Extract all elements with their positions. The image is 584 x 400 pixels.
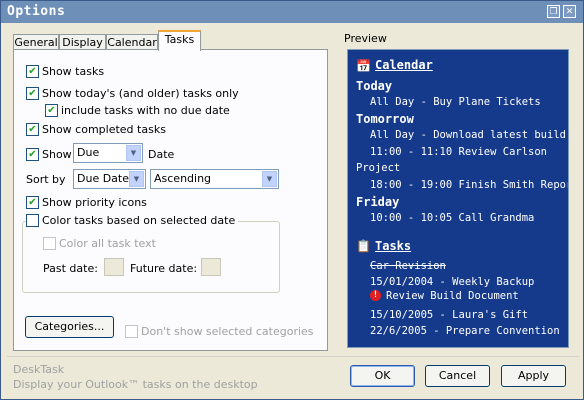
include-no-due-label: include tasks with no due date <box>61 104 230 117</box>
show-todays-label: Show today's (and older) tasks only <box>42 87 239 100</box>
include-no-due-option[interactable]: ✔ include tasks with no due date <box>45 104 230 117</box>
date-label: Date <box>148 148 175 161</box>
show-completed-option[interactable]: ✔ Show completed tasks <box>26 123 166 136</box>
include-no-due-checkbox[interactable]: ✔ <box>45 104 58 117</box>
exclamation-icon: ! <box>370 290 381 301</box>
day-heading-tomorrow: Tomorrow <box>356 112 414 126</box>
calendar-icon: 📅 <box>356 59 371 73</box>
footer-divider <box>7 356 579 357</box>
show-tasks-checkbox[interactable]: ✔ <box>26 65 39 78</box>
preview-pane: 📅 Calendar Today All Day - Buy Plane Tic… <box>347 49 569 348</box>
sort-field-value: Due Date <box>77 172 129 185</box>
chevron-down-icon[interactable]: ▼ <box>129 171 144 187</box>
preview-label: Preview <box>344 32 387 45</box>
color-all-option[interactable]: Color all task text <box>43 237 156 250</box>
future-date-color-swatch[interactable] <box>201 258 221 276</box>
color-tasks-label: Color tasks based on selected date <box>42 214 236 227</box>
dont-show-categories-checkbox[interactable] <box>125 325 138 338</box>
chevron-down-icon[interactable]: ▼ <box>126 145 141 161</box>
task-entry: 15/10/2005 - Laura's Gift <box>370 309 529 321</box>
sort-order-value: Ascending <box>154 172 212 185</box>
tasks-section-title: Tasks <box>375 239 412 253</box>
show-priority-option[interactable]: ✔ Show priority icons <box>26 196 147 209</box>
clipboard-icon: 📋 <box>356 239 371 253</box>
cancel-button[interactable]: Cancel <box>425 365 490 387</box>
show-todays-checkbox[interactable]: ✔ <box>26 87 39 100</box>
task-entry-priority: Review Build Document <box>386 290 519 302</box>
calendar-entry: All Day - Download latest build <box>370 129 566 141</box>
day-heading-friday: Friday <box>356 195 400 209</box>
show-completed-label: Show completed tasks <box>42 123 166 136</box>
tab-general[interactable]: General <box>13 34 59 50</box>
task-entry: 22/6/2005 - Prepare Convention <box>370 325 560 337</box>
calendar-entry: 11:00 - 11:10 Review Carlson <box>370 146 548 158</box>
show-todays-option[interactable]: ✔ Show today's (and older) tasks only <box>26 87 239 100</box>
show-field-select[interactable]: Due ▼ <box>73 143 143 163</box>
show-field-value: Due <box>77 146 100 159</box>
calendar-entry: 10:00 - 10:05 Call Grandma <box>370 212 535 224</box>
tab-calendar[interactable]: Calendar <box>106 34 158 50</box>
calendar-entry: All Day - Buy Plane Tickets <box>370 96 541 108</box>
sort-field-select[interactable]: Due Date ▼ <box>73 169 146 189</box>
show-priority-checkbox[interactable]: ✔ <box>26 196 39 209</box>
calendar-section-title: Calendar <box>375 58 433 72</box>
task-entry-completed: Car Revision <box>370 260 446 272</box>
calendar-entry: 18:00 - 19:00 Finish Smith Report <box>370 179 569 191</box>
show-completed-checkbox[interactable]: ✔ <box>26 123 39 136</box>
day-heading-project: Project <box>356 162 401 174</box>
show-filter-option[interactable]: ✔ Show <box>26 148 72 161</box>
ok-button[interactable]: OK <box>350 365 415 387</box>
dont-show-categories-label: Don't show selected categories <box>141 325 314 338</box>
apply-button[interactable]: Apply <box>501 365 566 387</box>
app-name: DeskTask <box>13 363 65 376</box>
past-date-color-swatch[interactable] <box>104 258 124 276</box>
task-entry: 15/01/2004 - Weekly Backup <box>370 276 535 288</box>
window-title: Options <box>7 4 66 19</box>
sort-by-label: Sort by <box>26 173 66 186</box>
categories-button[interactable]: Categories... <box>25 316 114 338</box>
close-icon[interactable]: ✕ <box>563 5 576 18</box>
show-tasks-option[interactable]: ✔ Show tasks <box>26 65 104 78</box>
tasks-panel: ✔ Show tasks ✔ Show today's (and older) … <box>13 49 328 351</box>
show-filter-label: Show <box>42 148 72 161</box>
color-tasks-option[interactable]: Color tasks based on selected date <box>26 214 239 227</box>
app-tagline: Display your Outlook™ tasks on the deskt… <box>13 378 258 391</box>
color-tasks-group <box>22 221 280 293</box>
sort-order-select[interactable]: Ascending ▼ <box>150 169 279 189</box>
color-all-checkbox[interactable] <box>43 237 56 250</box>
color-tasks-checkbox[interactable] <box>26 214 39 227</box>
past-date-label: Past date: <box>43 262 98 275</box>
dont-show-categories-option[interactable]: Don't show selected categories <box>125 325 314 338</box>
future-date-label: Future date: <box>130 262 198 275</box>
day-heading-today: Today <box>356 79 393 93</box>
title-bar[interactable]: Options ❐ ✕ <box>1 1 583 23</box>
tab-display[interactable]: Display <box>59 34 106 50</box>
show-tasks-label: Show tasks <box>42 65 105 78</box>
show-priority-label: Show priority icons <box>42 196 147 209</box>
options-window: Options ❐ ✕ General Display Calendar Tas… <box>0 0 584 400</box>
restore-icon[interactable]: ❐ <box>547 5 560 18</box>
show-filter-checkbox[interactable]: ✔ <box>26 148 39 161</box>
color-all-label: Color all task text <box>59 237 156 250</box>
tab-tasks[interactable]: Tasks <box>158 30 201 51</box>
chevron-down-icon[interactable]: ▼ <box>262 171 277 187</box>
